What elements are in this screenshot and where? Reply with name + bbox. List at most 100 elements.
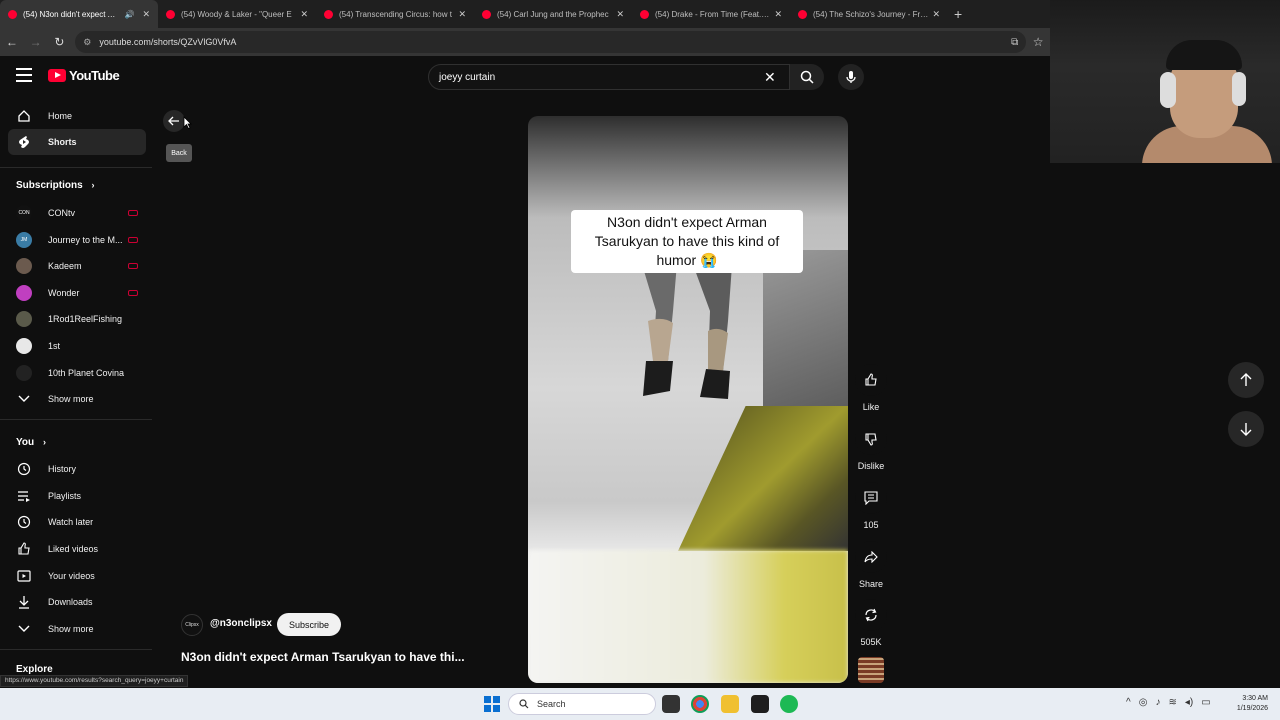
spotify-icon[interactable] <box>780 695 798 713</box>
youtube-logo[interactable]: YouTube <box>48 68 120 83</box>
dislike-button[interactable]: Dislike <box>853 423 889 471</box>
url-field[interactable]: ⚙ youtube.com/shorts/QZvVlG0VfvA ⧉ <box>75 31 1027 53</box>
tab-label: (54) Woody & Laker - "Queer E <box>181 9 292 19</box>
short-video-player[interactable]: N3on didn't expect Arman Tsarukyan to ha… <box>528 116 848 683</box>
sidebar-item-subscription[interactable]: JM Journey to the M... <box>8 227 146 253</box>
sidebar-item-subscription[interactable]: 1Rod1ReelFishing <box>8 306 146 332</box>
sidebar-item-label: Your videos <box>48 571 95 581</box>
sound-thumbnail[interactable] <box>858 657 884 683</box>
close-tab-icon[interactable]: ✕ <box>300 9 308 20</box>
volume-icon[interactable]: ◂) <box>1185 697 1193 708</box>
headphone-icon <box>1232 72 1246 106</box>
url-text: youtube.com/shorts/QZvVlG0VfvA <box>99 37 237 47</box>
next-short-button[interactable] <box>1228 411 1264 447</box>
browser-tab[interactable]: (54) Carl Jung and the Prophec ✕ <box>474 0 632 28</box>
tab-label: (54) Carl Jung and the Prophec <box>497 9 609 19</box>
channel-avatar <box>16 258 32 274</box>
close-tab-icon[interactable]: ✕ <box>774 9 782 20</box>
sidebar-item-liked-videos[interactable]: Liked videos <box>8 536 146 562</box>
sidebar-item-subscription[interactable]: Wonder <box>8 280 146 306</box>
search-button[interactable] <box>790 64 824 90</box>
close-tab-icon[interactable]: ✕ <box>932 9 940 20</box>
sidebar-item-subscription[interactable]: Kadeem <box>8 253 146 279</box>
sidebar-show-more[interactable]: Show more <box>8 616 146 642</box>
like-button[interactable]: Like <box>853 364 889 412</box>
wifi-icon[interactable]: ≋ <box>1168 697 1176 708</box>
sidebar-item-subscription[interactable]: CON CONtv <box>8 200 146 226</box>
video-title[interactable]: N3on didn't expect Arman Tsarukyan to ha… <box>181 650 465 664</box>
task-view-icon[interactable] <box>662 695 680 713</box>
headphone-icon <box>1160 72 1176 108</box>
sidebar-item-subscription[interactable]: 10th Planet Covina <box>8 360 146 386</box>
search-icon <box>800 70 814 84</box>
channel-name[interactable]: @n3onclipsx <box>210 618 272 629</box>
chrome-icon[interactable] <box>691 695 709 713</box>
back-button[interactable] <box>163 110 185 132</box>
bookmark-star-icon[interactable]: ☆ <box>1026 35 1050 49</box>
network-icon[interactable]: ◎ <box>1139 697 1148 708</box>
windows-start-icon[interactable] <box>484 696 500 712</box>
close-tab-icon[interactable]: ✕ <box>616 9 624 20</box>
live-indicator-icon <box>128 210 138 216</box>
file-explorer-icon[interactable] <box>721 695 739 713</box>
browser-tab[interactable]: (54) N3on didn't expect Arman 🔊 ✕ <box>0 0 158 28</box>
you-heading[interactable]: You › <box>16 437 46 448</box>
app-icon[interactable] <box>751 695 769 713</box>
browser-tab[interactable]: (54) Transcending Circus: how t ✕ <box>316 0 474 28</box>
clock-date: 1/19/2026 <box>1236 705 1268 712</box>
clear-search-icon[interactable]: ✕ <box>764 69 776 86</box>
remix-button[interactable]: 505K <box>853 599 889 647</box>
sidebar-item-shorts[interactable]: Shorts <box>8 129 146 155</box>
hamburger-menu-icon[interactable] <box>16 68 32 82</box>
install-app-icon[interactable]: ⧉ <box>1011 37 1018 48</box>
close-tab-icon[interactable]: ✕ <box>458 9 466 20</box>
audio-playing-icon[interactable]: 🔊 <box>124 10 134 19</box>
sidebar-item-your-videos[interactable]: Your videos <box>8 563 146 589</box>
browser-tab[interactable]: (54) Woody & Laker - "Queer E ✕ <box>158 0 316 28</box>
previous-short-button[interactable] <box>1228 362 1264 398</box>
taskbar-clock[interactable]: 3:30 AM 1/19/2026 <box>1224 694 1268 714</box>
sidebar-item-downloads[interactable]: Downloads <box>8 589 146 615</box>
clock-time: 3:30 AM <box>1242 695 1268 702</box>
sidebar-show-more[interactable]: Show more <box>8 386 146 412</box>
microphone-icon[interactable]: ♪ <box>1155 697 1160 708</box>
channel-avatar <box>16 285 32 301</box>
tab-label: (54) The Schizo's Journey - From <box>813 9 929 19</box>
tab-label: (54) Drake - From Time (Feat. Je <box>655 9 771 19</box>
subscriptions-heading[interactable]: Subscriptions › <box>16 180 94 191</box>
subscribe-button[interactable]: Subscribe <box>277 613 341 636</box>
chevron-down-icon <box>16 391 32 407</box>
explore-heading-label: Explore <box>16 664 53 675</box>
share-button[interactable]: Share <box>853 541 889 589</box>
search-icon <box>519 699 529 709</box>
history-icon <box>16 461 32 477</box>
search-input[interactable]: joeyy curtain <box>428 64 790 90</box>
browser-tab[interactable]: (54) The Schizo's Journey - From ✕ <box>790 0 948 28</box>
sidebar-item-home[interactable]: Home <box>8 103 146 129</box>
site-info-icon[interactable]: ⚙ <box>83 37 91 48</box>
sidebar-item-watch-later[interactable]: Watch later <box>8 509 146 535</box>
comments-button[interactable]: 105 <box>853 482 889 530</box>
browser-tab[interactable]: (54) Drake - From Time (Feat. Je ✕ <box>632 0 790 28</box>
channel-avatar[interactable]: Clipsx <box>181 614 203 636</box>
arrow-left-icon <box>168 116 179 126</box>
sidebar-item-label: 10th Planet Covina <box>48 368 125 378</box>
subscriptions-heading-label: Subscriptions <box>16 180 83 191</box>
live-indicator-icon <box>128 290 138 296</box>
sidebar-item-label: 1Rod1ReelFishing <box>48 314 123 324</box>
voice-search-button[interactable] <box>838 64 864 90</box>
reload-icon[interactable]: ↻ <box>48 35 72 49</box>
forward-arrow-icon[interactable]: → <box>24 35 48 49</box>
sidebar-item-history[interactable]: History <box>8 456 146 482</box>
tab-label: (54) N3on didn't expect Arman <box>23 9 121 19</box>
sidebar-item-playlists[interactable]: Playlists <box>8 483 146 509</box>
chevron-up-icon[interactable]: ^ <box>1126 697 1131 708</box>
taskbar-search-field[interactable]: Search <box>508 693 656 715</box>
close-tab-icon[interactable]: ✕ <box>142 9 150 20</box>
new-tab-icon[interactable]: + <box>954 6 962 22</box>
dislike-label: Dislike <box>857 461 885 471</box>
back-arrow-icon[interactable]: ← <box>0 35 24 49</box>
sidebar-item-subscription[interactable]: 1st <box>8 333 146 359</box>
logo-text: YouTube <box>69 68 120 83</box>
battery-icon[interactable]: ▭ <box>1201 697 1210 708</box>
